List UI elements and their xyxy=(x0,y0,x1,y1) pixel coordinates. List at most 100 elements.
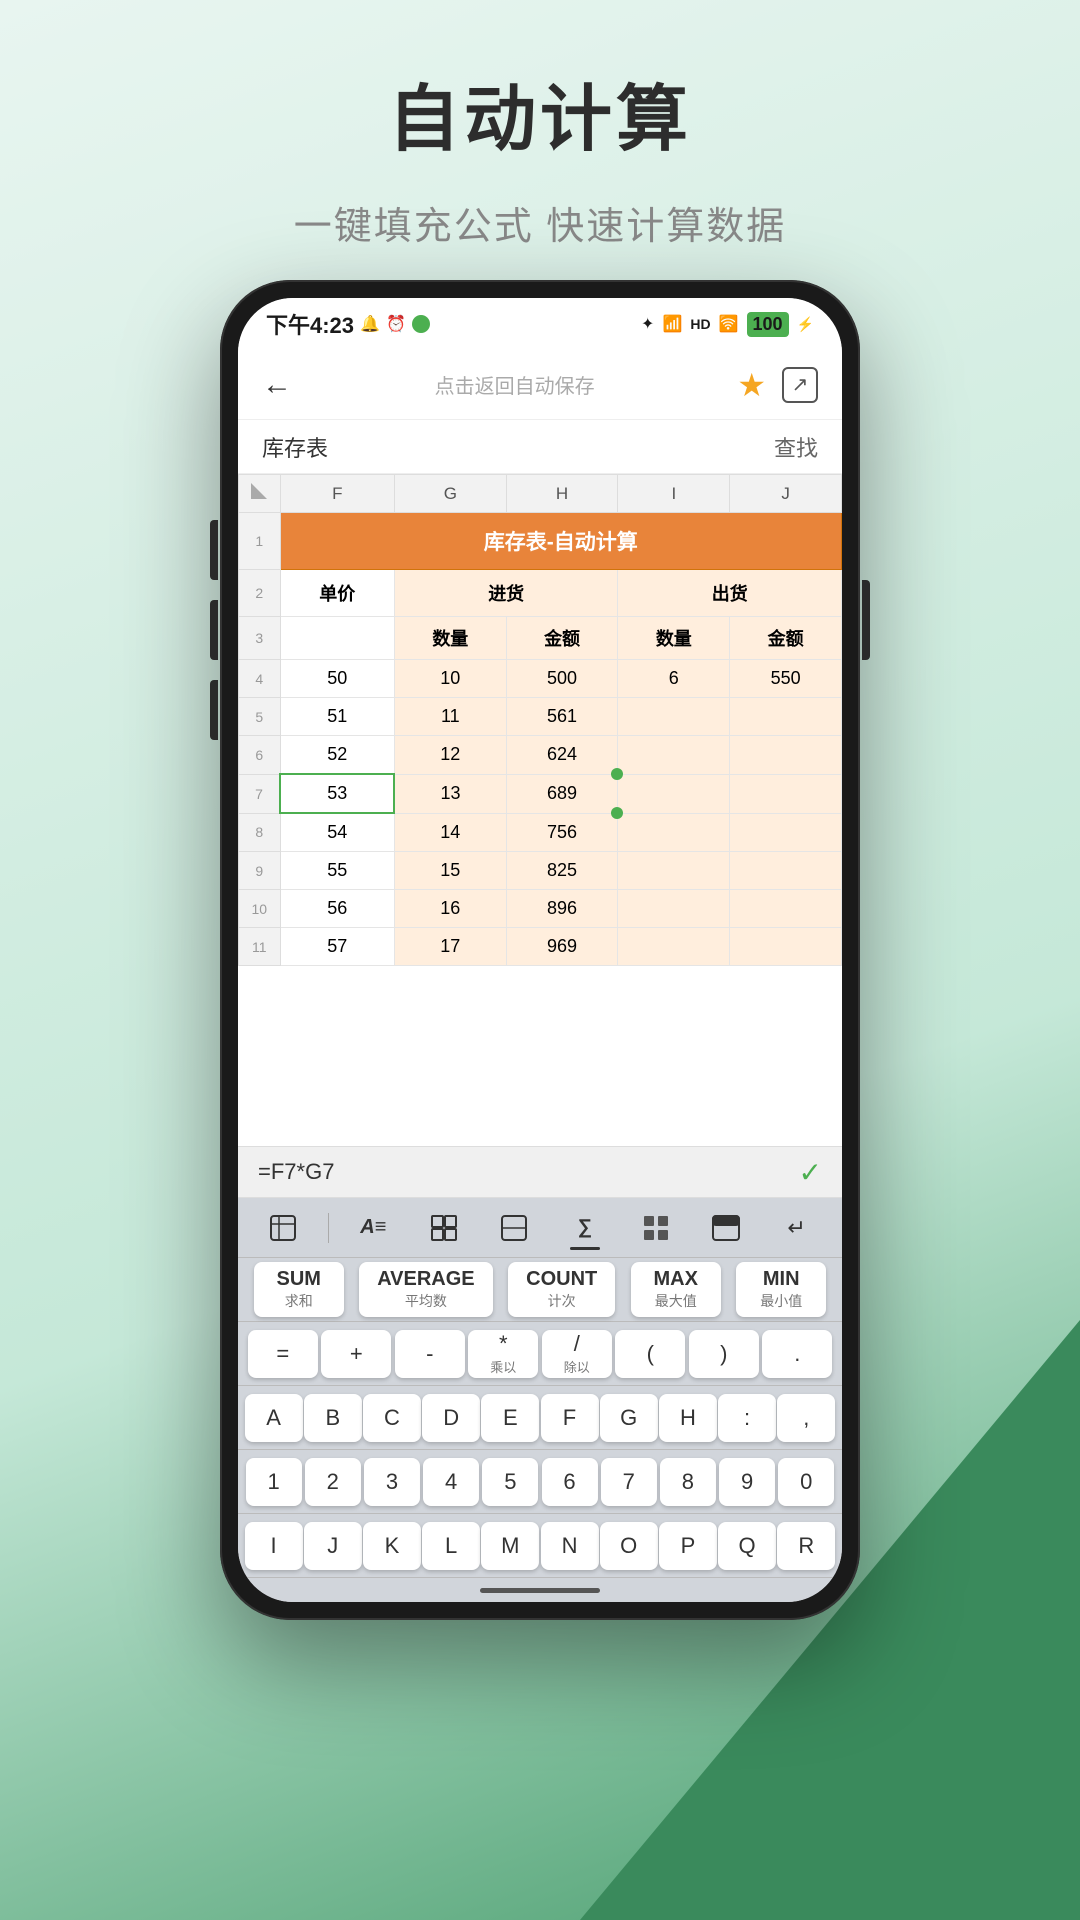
key-B[interactable]: B xyxy=(304,1394,362,1442)
key-7[interactable]: 7 xyxy=(601,1458,657,1506)
return-icon[interactable]: ↵ xyxy=(771,1206,823,1250)
alpha-row-2: I J K L M N O P Q R xyxy=(238,1514,842,1578)
min-button[interactable]: MIN 最小值 xyxy=(736,1262,826,1317)
cell-数量-in[interactable]: 数量 xyxy=(394,617,506,660)
cell-单价[interactable]: 单价 xyxy=(280,570,394,617)
insert-table-icon[interactable] xyxy=(700,1206,752,1250)
key-E[interactable]: E xyxy=(481,1394,539,1442)
export-button[interactable]: ↗ xyxy=(782,367,818,403)
table-row[interactable]: 9 55 15 825 xyxy=(239,852,842,890)
col-header-row: F G H I J xyxy=(239,475,842,513)
key-4[interactable]: 4 xyxy=(423,1458,479,1506)
separator xyxy=(328,1213,329,1243)
text-format-icon[interactable]: A≡ xyxy=(347,1206,399,1250)
average-label: AVERAGE xyxy=(377,1268,474,1291)
max-button[interactable]: MAX 最大值 xyxy=(631,1262,721,1317)
app-nav: ← 点击返回自动保存 ★ ↗ xyxy=(238,350,842,420)
key-1[interactable]: 1 xyxy=(246,1458,302,1506)
open-paren-button[interactable]: ( xyxy=(615,1330,685,1378)
grid-icon[interactable] xyxy=(418,1206,470,1250)
function-row: SUM 求和 AVERAGE 平均数 COUNT 计次 MAX 最大值 MIN xyxy=(238,1258,842,1322)
dot-button[interactable]: . xyxy=(762,1330,832,1378)
cell-金额-out[interactable]: 金额 xyxy=(730,617,842,660)
formula-bar[interactable]: =F7*G7 ✓ xyxy=(238,1146,842,1198)
spreadsheet[interactable]: F G H I J 1 库存表-自动计算 xyxy=(238,474,842,1146)
key-A[interactable]: A xyxy=(245,1394,303,1442)
key-R[interactable]: R xyxy=(777,1522,835,1570)
multiply-button[interactable]: * 乘以 xyxy=(468,1330,538,1378)
min-label: MIN xyxy=(763,1268,800,1291)
home-indicator xyxy=(238,1578,842,1602)
equals-button[interactable]: = xyxy=(248,1330,318,1378)
cell-出货[interactable]: 出货 xyxy=(618,570,842,617)
cell-empty-F3[interactable] xyxy=(280,617,394,660)
cell-金额-in[interactable]: 金额 xyxy=(506,617,618,660)
page-title: 自动计算 xyxy=(0,60,1080,165)
divide-button[interactable]: / 除以 xyxy=(542,1330,612,1378)
charging-icon: ⚡ xyxy=(797,316,814,333)
formula-icon[interactable]: ∑ xyxy=(559,1206,611,1250)
key-colon[interactable]: : xyxy=(718,1394,776,1442)
table-row[interactable]: 4 50 10 500 6 550 xyxy=(239,660,842,698)
key-2[interactable]: 2 xyxy=(305,1458,361,1506)
format-table-icon[interactable] xyxy=(257,1206,309,1250)
key-J[interactable]: J xyxy=(304,1522,362,1570)
key-3[interactable]: 3 xyxy=(364,1458,420,1506)
key-9[interactable]: 9 xyxy=(719,1458,775,1506)
find-button[interactable]: 查找 xyxy=(774,431,818,463)
key-5[interactable]: 5 xyxy=(482,1458,538,1506)
col-header-H: H xyxy=(506,475,618,513)
key-Q[interactable]: Q xyxy=(718,1522,776,1570)
key-M[interactable]: M xyxy=(481,1522,539,1570)
row-num-2: 2 xyxy=(239,570,281,617)
key-comma[interactable]: , xyxy=(777,1394,835,1442)
table-row[interactable]: 11 57 17 969 xyxy=(239,928,842,966)
formula-confirm-button[interactable]: ✓ xyxy=(799,1156,822,1189)
battery-indicator: 100 xyxy=(747,312,789,337)
key-G[interactable]: G xyxy=(600,1394,658,1442)
average-button[interactable]: AVERAGE 平均数 xyxy=(359,1262,492,1317)
title-row: 1 库存表-自动计算 xyxy=(239,513,842,570)
key-P[interactable]: P xyxy=(659,1522,717,1570)
cell-数量-out[interactable]: 数量 xyxy=(618,617,730,660)
table-row[interactable]: 8 54 14 756 xyxy=(239,813,842,852)
key-0[interactable]: 0 xyxy=(778,1458,834,1506)
favorite-icon[interactable]: ★ xyxy=(737,366,766,404)
back-button[interactable]: ← xyxy=(262,368,292,402)
close-paren-button[interactable]: ) xyxy=(689,1330,759,1378)
status-bar: 下午4:23 🔔 ⏰ ✦ 📶 HD 🛜 100 ⚡ xyxy=(238,298,842,350)
table-row[interactable]: 5 51 11 561 xyxy=(239,698,842,736)
key-F[interactable]: F xyxy=(541,1394,599,1442)
keyboard-toolbar: A≡ ∑ xyxy=(238,1198,842,1258)
sum-button[interactable]: SUM 求和 xyxy=(254,1262,344,1317)
key-I[interactable]: I xyxy=(245,1522,303,1570)
key-8[interactable]: 8 xyxy=(660,1458,716,1506)
key-C[interactable]: C xyxy=(363,1394,421,1442)
cell-进货[interactable]: 进货 xyxy=(394,570,618,617)
cell-icon[interactable] xyxy=(488,1206,540,1250)
key-6[interactable]: 6 xyxy=(542,1458,598,1506)
symbol-row: = + - * 乘以 / 除以 ( ) . xyxy=(238,1322,842,1386)
key-K[interactable]: K xyxy=(363,1522,421,1570)
status-time: 下午4:23 xyxy=(266,308,354,340)
min-sub-label: 最小值 xyxy=(760,1291,802,1311)
sub-subheader-row: 3 数量 金额 数量 金额 xyxy=(239,617,842,660)
key-O[interactable]: O xyxy=(600,1522,658,1570)
notification-icon: 🔔 xyxy=(360,314,380,334)
plus-button[interactable]: + xyxy=(321,1330,391,1378)
apps-icon[interactable] xyxy=(630,1206,682,1250)
key-H[interactable]: H xyxy=(659,1394,717,1442)
phone-mockup: 下午4:23 🔔 ⏰ ✦ 📶 HD 🛜 100 ⚡ ← 点击返回自动保存 xyxy=(220,280,860,1620)
minus-button[interactable]: - xyxy=(395,1330,465,1378)
nav-center-text: 点击返回自动保存 xyxy=(435,370,595,399)
count-button[interactable]: COUNT 计次 xyxy=(508,1262,615,1317)
key-D[interactable]: D xyxy=(422,1394,480,1442)
table-row[interactable]: 6 52 12 624 xyxy=(239,736,842,775)
max-sub-label: 最大值 xyxy=(655,1291,697,1311)
table-row[interactable]: 10 56 16 896 xyxy=(239,890,842,928)
table-row-selected[interactable]: 7 53 13 689 xyxy=(239,774,842,813)
key-N[interactable]: N xyxy=(541,1522,599,1570)
bluetooth-icon: ✦ xyxy=(641,314,654,334)
key-L[interactable]: L xyxy=(422,1522,480,1570)
lte-icon: HD xyxy=(690,316,710,332)
